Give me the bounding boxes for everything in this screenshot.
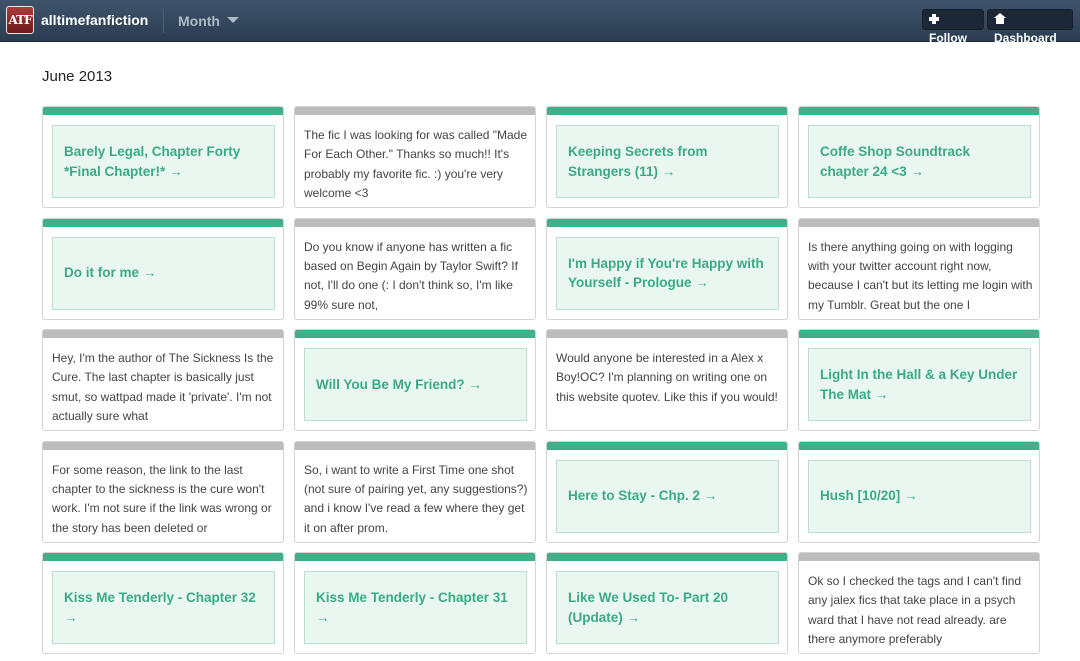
plus-icon (929, 14, 939, 24)
post-type-bar (295, 218, 535, 227)
post-type-bar (547, 107, 787, 115)
post-type-bar (799, 441, 1039, 450)
post-title-link[interactable]: I'm Happy if You're Happy with Yourself … (568, 254, 767, 293)
post-title-link[interactable]: Kiss Me Tenderly - Chapter 31 → (316, 588, 515, 627)
blog-avatar[interactable]: ATF (6, 6, 34, 34)
blog-name-link[interactable]: alltimefanfiction (41, 12, 148, 28)
month-heading: June 2013 (42, 68, 113, 85)
post-type-bar (43, 218, 283, 227)
post-title-link[interactable]: Like We Used To- Part 20 (Update) → (568, 588, 767, 627)
post-text: So, i want to write a First Time one sho… (304, 462, 528, 535)
post-card-title[interactable]: Keeping Secrets from Strangers (11) → (546, 106, 788, 208)
post-type-bar (43, 553, 283, 561)
post-card-text[interactable]: Hey, I'm the author of The Sickness Is t… (42, 329, 284, 431)
post-title-link[interactable]: Here to Stay - Chp. 2 → (568, 486, 717, 506)
post-title-box[interactable]: Will You Be My Friend? → (304, 348, 527, 421)
dashboard-button[interactable]: Dashboard (987, 9, 1073, 45)
month-dropdown[interactable]: Month (178, 13, 220, 29)
post-title-link[interactable]: Light In the Hall & a Key Under The Mat … (820, 365, 1019, 404)
post-type-bar (295, 553, 535, 561)
post-card-title[interactable]: Like We Used To- Part 20 (Update) → (546, 552, 788, 654)
post-card-title[interactable]: Light In the Hall & a Key Under The Mat … (798, 329, 1040, 431)
post-title-box[interactable]: Kiss Me Tenderly - Chapter 31 → (304, 571, 527, 644)
post-type-bar (799, 107, 1039, 115)
post-card-text[interactable]: The fic I was looking for was called "Ma… (294, 106, 536, 208)
post-title-box[interactable]: I'm Happy if You're Happy with Yourself … (556, 236, 779, 310)
post-title-link[interactable]: Coffe Shop Soundtrack chapter 24 <3 → (820, 142, 1019, 181)
post-text: For some reason, the link to the last ch… (52, 462, 272, 535)
post-title-link[interactable]: Hush [10/20] → (820, 486, 918, 506)
post-type-bar (547, 441, 787, 450)
post-title-box[interactable]: Coffe Shop Soundtrack chapter 24 <3 → (808, 125, 1031, 198)
post-type-bar (43, 441, 283, 450)
post-type-bar (547, 330, 787, 338)
post-text: The fic I was looking for was called "Ma… (304, 128, 528, 201)
post-card-title[interactable]: Coffe Shop Soundtrack chapter 24 <3 → (798, 106, 1040, 208)
follow-label: Follow (929, 31, 967, 45)
post-type-bar (799, 218, 1039, 227)
post-title-box[interactable]: Do it for me → (52, 236, 275, 310)
post-text: Do you know if anyone has written a fic … (304, 239, 518, 312)
post-card-title[interactable]: Here to Stay - Chp. 2 → (546, 440, 788, 543)
chevron-down-icon[interactable] (227, 17, 239, 23)
post-title-box[interactable]: Hush [10/20] → (808, 459, 1031, 533)
post-card-text[interactable]: So, i want to write a First Time one sho… (294, 440, 536, 543)
post-card-text[interactable]: Is there anything going on with logging … (798, 217, 1040, 320)
header-divider (163, 9, 164, 33)
post-type-bar (295, 330, 535, 338)
follow-button[interactable]: Follow (922, 9, 984, 45)
post-text: Ok so I checked the tags and I can't fin… (808, 574, 1022, 647)
top-bar: ATF alltimefanfiction Month Follow Dashb… (0, 0, 1080, 45)
post-title-link[interactable]: Do it for me → (64, 263, 156, 283)
post-card-text[interactable]: Would anyone be interested in a Alex x B… (546, 329, 788, 431)
post-title-link[interactable]: Kiss Me Tenderly - Chapter 32 → (64, 588, 263, 627)
home-icon (994, 13, 1006, 24)
post-title-box[interactable]: Here to Stay - Chp. 2 → (556, 459, 779, 533)
post-card-title[interactable]: Kiss Me Tenderly - Chapter 31 → (294, 552, 536, 654)
post-title-box[interactable]: Keeping Secrets from Strangers (11) → (556, 125, 779, 198)
post-card-text[interactable]: Do you know if anyone has written a fic … (294, 217, 536, 320)
post-type-bar (295, 107, 535, 115)
post-title-box[interactable]: Barely Legal, Chapter Forty *Final Chapt… (52, 125, 275, 198)
post-title-link[interactable]: Keeping Secrets from Strangers (11) → (568, 142, 767, 181)
post-type-bar (295, 441, 535, 450)
post-card-title[interactable]: Barely Legal, Chapter Forty *Final Chapt… (42, 106, 284, 208)
post-title-box[interactable]: Kiss Me Tenderly - Chapter 32 → (52, 571, 275, 644)
post-card-title[interactable]: I'm Happy if You're Happy with Yourself … (546, 217, 788, 320)
post-type-bar (547, 553, 787, 561)
post-text: Would anyone be interested in a Alex x B… (556, 351, 778, 404)
post-card-title[interactable]: Will You Be My Friend? → (294, 329, 536, 431)
post-type-bar (799, 330, 1039, 338)
post-title-link[interactable]: Barely Legal, Chapter Forty *Final Chapt… (64, 142, 263, 181)
post-type-bar (799, 553, 1039, 561)
post-card-text[interactable]: Ok so I checked the tags and I can't fin… (798, 552, 1040, 654)
post-type-bar (43, 107, 283, 115)
post-text: Is there anything going on with logging … (808, 239, 1033, 312)
post-text: Hey, I'm the author of The Sickness Is t… (52, 351, 274, 424)
post-card-text[interactable]: For some reason, the link to the last ch… (42, 440, 284, 543)
post-card-title[interactable]: Hush [10/20] → (798, 440, 1040, 543)
dashboard-label: Dashboard (994, 31, 1057, 45)
post-title-link[interactable]: Will You Be My Friend? → (316, 375, 482, 395)
post-card-title[interactable]: Kiss Me Tenderly - Chapter 32 → (42, 552, 284, 654)
post-card-title[interactable]: Do it for me → (42, 217, 284, 320)
post-title-box[interactable]: Light In the Hall & a Key Under The Mat … (808, 348, 1031, 421)
post-title-box[interactable]: Like We Used To- Part 20 (Update) → (556, 571, 779, 644)
post-type-bar (547, 218, 787, 227)
post-type-bar (43, 330, 283, 338)
archive-grid: Barely Legal, Chapter Forty *Final Chapt… (42, 106, 1040, 661)
